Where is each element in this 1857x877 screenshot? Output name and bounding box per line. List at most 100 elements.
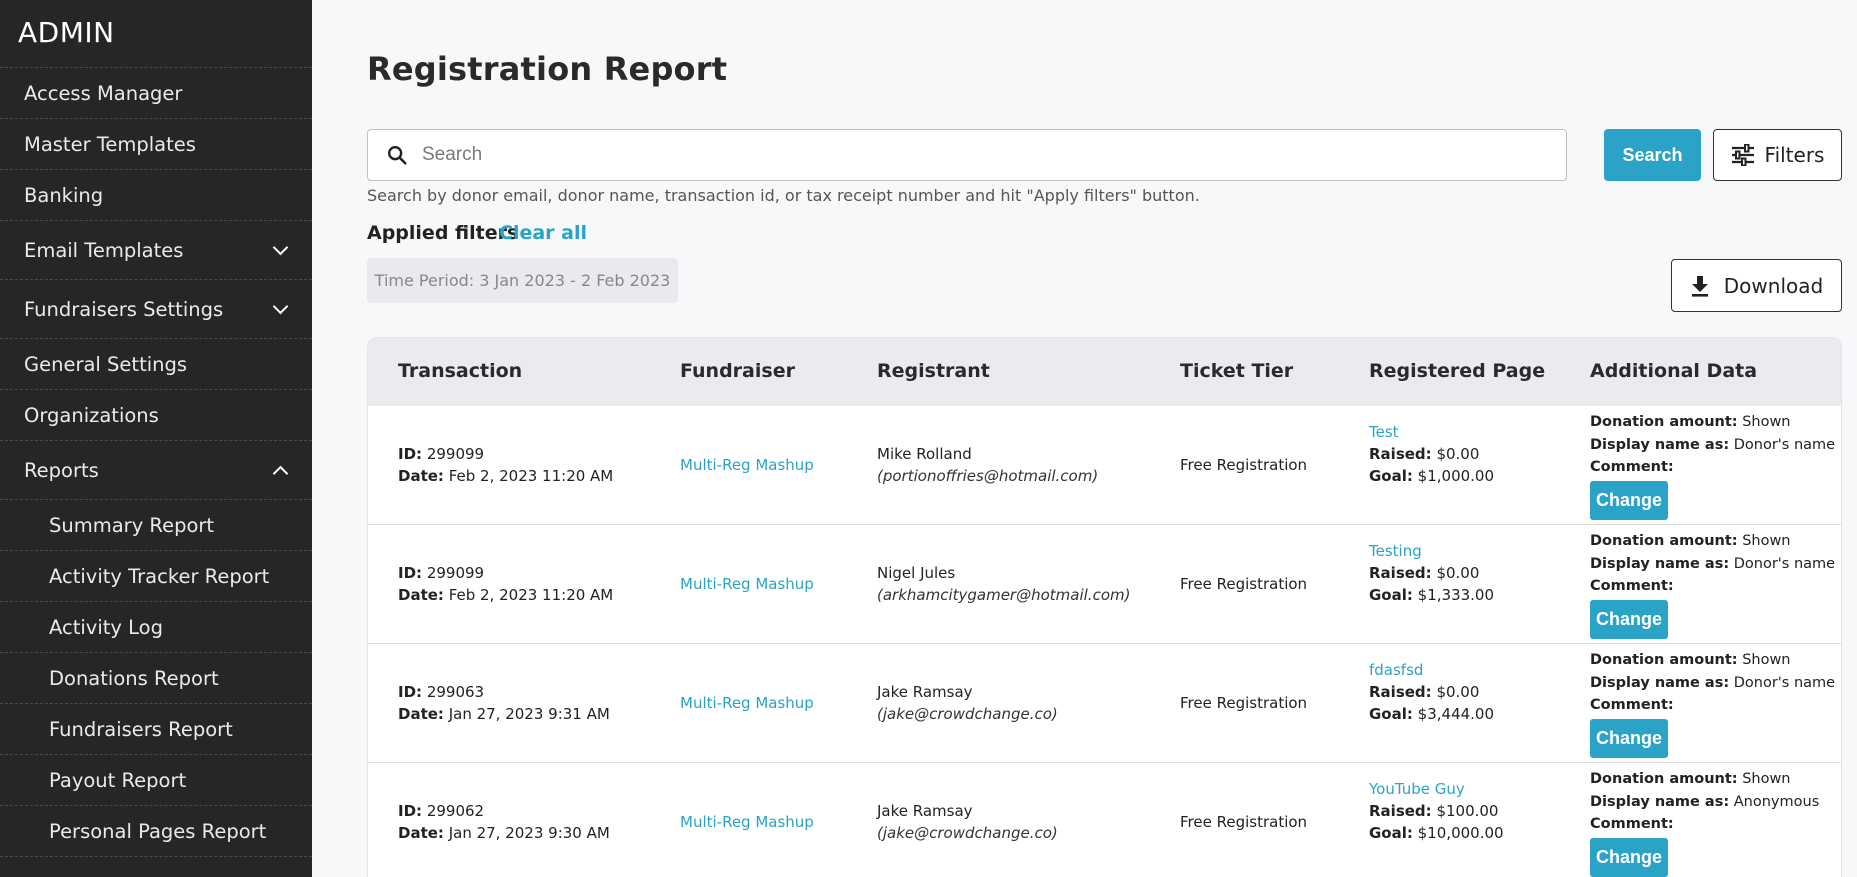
ticket-tier: Free Registration	[1180, 456, 1308, 474]
donation-amount-label: Donation amount:	[1590, 533, 1738, 549]
column-header-additional-data[interactable]: Additional Data	[1590, 360, 1757, 382]
sidebar-item-reports[interactable]: Reports	[0, 441, 312, 500]
chevron-down-icon	[272, 298, 289, 315]
registered-page-link[interactable]: fdasfsd	[1369, 661, 1423, 679]
sidebar-item-label: General Settings	[24, 352, 188, 376]
transaction-cell: ID: 299099 Date: Feb 2, 2023 11:20 AM	[398, 443, 613, 487]
registrant-name: Jake Ramsay	[877, 683, 973, 701]
change-button[interactable]: Change	[1590, 599, 1668, 639]
sidebar-item-activity-tracker-report[interactable]: Activity Tracker Report	[0, 551, 312, 602]
goal-amount: $1,000.00	[1417, 467, 1495, 485]
date-label: Date:	[398, 824, 444, 842]
display-name-value: Donor's name	[1733, 555, 1836, 572]
sidebar-item-banking[interactable]: Banking	[0, 170, 312, 221]
registered-page-link[interactable]: Testing	[1369, 542, 1422, 560]
fundraiser-link[interactable]: Multi-Reg Mashup	[680, 573, 814, 595]
id-label: ID:	[398, 564, 423, 582]
additional-data-cell: Donation amount: Shown Display name as: …	[1590, 411, 1835, 520]
sliders-icon	[1731, 144, 1754, 166]
goal-label: Goal:	[1369, 467, 1413, 485]
main-content: Registration Report Search by donor emai…	[312, 0, 1857, 877]
raised-amount: $0.00	[1436, 445, 1480, 463]
table-header: Transaction Fundraiser Registrant Ticket…	[368, 338, 1841, 406]
transaction-date: Feb 2, 2023 11:20 AM	[448, 586, 614, 604]
change-button[interactable]: Change	[1590, 837, 1668, 877]
registered-page-link[interactable]: YouTube Guy	[1369, 780, 1465, 798]
registered-page-link[interactable]: Test	[1369, 423, 1399, 441]
filter-chip-time-period[interactable]: Time Period: 3 Jan 2023 - 2 Feb 2023	[367, 258, 678, 303]
donation-amount-label: Donation amount:	[1590, 771, 1738, 787]
donation-amount-label: Donation amount:	[1590, 414, 1738, 430]
display-name-label: Display name as:	[1590, 793, 1730, 810]
sidebar-item-fundraisers-report[interactable]: Fundraisers Report	[0, 704, 312, 755]
registrant-cell: Jake Ramsay (jake@crowdchange.co)	[877, 681, 1058, 725]
sidebar-item-access-manager[interactable]: Access Manager	[0, 68, 312, 119]
sidebar-item-label: Summary Report	[49, 513, 215, 537]
column-header-registered-page[interactable]: Registered Page	[1369, 360, 1545, 382]
sidebar-item-summary-report[interactable]: Summary Report	[0, 500, 312, 551]
filters-button[interactable]: Filters	[1713, 129, 1842, 181]
sidebar-item-label: Donations Report	[49, 666, 219, 690]
additional-data-cell: Donation amount: Shown Display name as: …	[1590, 768, 1819, 877]
raised-label: Raised:	[1369, 802, 1432, 820]
comment-label: Comment:	[1590, 816, 1674, 832]
table-row: ID: 299063 Date: Jan 27, 2023 9:31 AM Mu…	[368, 644, 1841, 763]
clear-all-link[interactable]: Clear all	[499, 222, 587, 244]
fundraiser-link[interactable]: Multi-Reg Mashup	[680, 454, 814, 476]
column-header-ticket-tier[interactable]: Ticket Tier	[1180, 360, 1293, 382]
raised-label: Raised:	[1369, 564, 1432, 582]
sidebar-item-personal-pages-report[interactable]: Personal Pages Report	[0, 806, 312, 857]
ticket-tier: Free Registration	[1180, 575, 1308, 593]
registrant-email: (portionoffries@hotmail.com)	[877, 467, 1099, 485]
column-header-transaction[interactable]: Transaction	[398, 360, 522, 382]
date-label: Date:	[398, 586, 444, 604]
transaction-id: 299062	[426, 802, 485, 820]
search-box	[367, 129, 1567, 181]
sidebar-item-general-settings[interactable]: General Settings	[0, 339, 312, 390]
sidebar-item-label: Personal Pages Report	[49, 819, 267, 843]
sidebar-item-activity-log[interactable]: Activity Log	[0, 602, 312, 653]
table-row: ID: 299099 Date: Feb 2, 2023 11:20 AM Mu…	[368, 525, 1841, 644]
sidebar-item-label: Email Templates	[24, 238, 184, 262]
display-name-value: Donor's name	[1733, 436, 1836, 453]
sidebar-item-label: Banking	[24, 183, 104, 207]
fundraiser-link[interactable]: Multi-Reg Mashup	[680, 692, 814, 714]
goal-label: Goal:	[1369, 824, 1413, 842]
registrations-table: Transaction Fundraiser Registrant Ticket…	[367, 337, 1842, 877]
transaction-id: 299099	[426, 564, 485, 582]
applied-filters-label: Applied filters	[367, 222, 519, 244]
change-button[interactable]: Change	[1590, 718, 1668, 758]
sidebar-item-label: Payout Report	[49, 768, 187, 792]
sidebar-item-label: Activity Tracker Report	[49, 564, 270, 588]
search-button[interactable]: Search	[1604, 129, 1701, 181]
search-input[interactable]	[422, 144, 1522, 166]
sidebar-item-payout-report[interactable]: Payout Report	[0, 755, 312, 806]
registrant-name: Mike Rolland	[877, 445, 972, 463]
download-button[interactable]: Download	[1671, 259, 1842, 312]
sidebar-item-organizations[interactable]: Organizations	[0, 390, 312, 441]
registrant-name: Jake Ramsay	[877, 802, 973, 820]
goal-amount: $1,333.00	[1417, 586, 1495, 604]
fundraiser-link[interactable]: Multi-Reg Mashup	[680, 811, 814, 833]
raised-amount: $100.00	[1436, 802, 1499, 820]
registrant-cell: Mike Rolland (portionoffries@hotmail.com…	[877, 443, 1098, 487]
id-label: ID:	[398, 802, 423, 820]
sidebar-item-label: Master Templates	[24, 132, 196, 156]
column-header-registrant[interactable]: Registrant	[877, 360, 990, 382]
comment-label: Comment:	[1590, 459, 1674, 475]
raised-label: Raised:	[1369, 683, 1432, 701]
table-row: ID: 299062 Date: Jan 27, 2023 9:30 AM Mu…	[368, 763, 1841, 877]
raised-amount: $0.00	[1436, 564, 1480, 582]
ticket-tier: Free Registration	[1180, 813, 1308, 831]
transaction-date: Jan 27, 2023 9:31 AM	[448, 705, 610, 723]
change-button[interactable]: Change	[1590, 480, 1668, 520]
raised-label: Raised:	[1369, 445, 1432, 463]
sidebar-item-label: Reports	[24, 458, 99, 482]
display-name-value: Anonymous	[1733, 793, 1820, 810]
sidebar-item-donations-report[interactable]: Donations Report	[0, 653, 312, 704]
registered-page-cell: fdasfsd Raised: $0.00 Goal: $3,444.00	[1369, 659, 1494, 725]
sidebar-item-fundraisers-settings[interactable]: Fundraisers Settings	[0, 280, 312, 339]
sidebar-item-master-templates[interactable]: Master Templates	[0, 119, 312, 170]
column-header-fundraiser[interactable]: Fundraiser	[680, 360, 795, 382]
sidebar-item-email-templates[interactable]: Email Templates	[0, 221, 312, 280]
